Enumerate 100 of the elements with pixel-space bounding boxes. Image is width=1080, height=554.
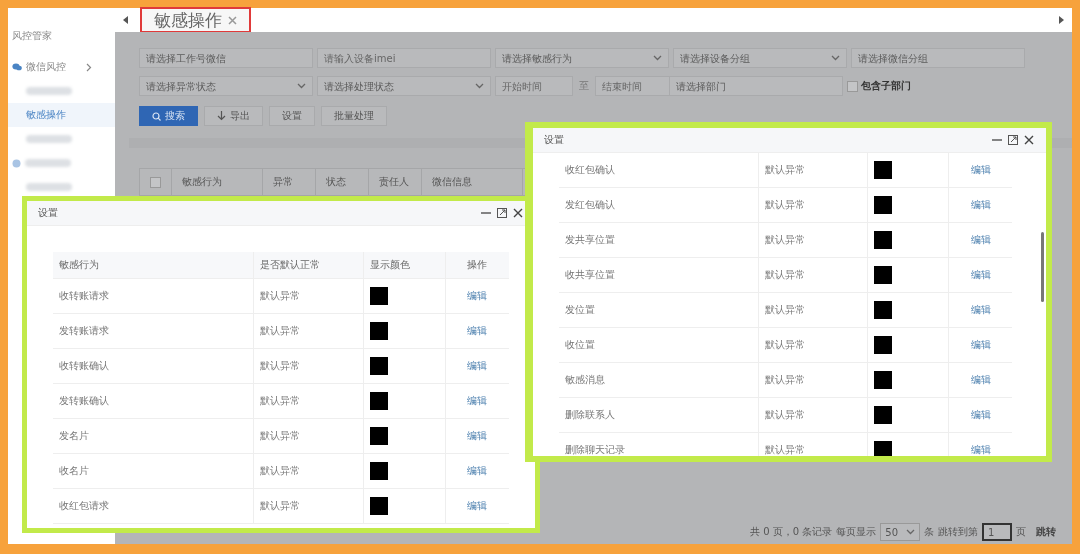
dialog-title: 设置 bbox=[38, 206, 59, 220]
edit-link[interactable]: 编辑 bbox=[970, 444, 991, 455]
checkbox[interactable] bbox=[847, 80, 858, 92]
table-cell: 默认异常 bbox=[758, 327, 868, 363]
search-icon bbox=[152, 111, 161, 121]
table-cell: 默认异常 bbox=[758, 397, 868, 433]
scrollbar[interactable] bbox=[1041, 232, 1044, 302]
checkbox-label: 包含子部门 bbox=[861, 79, 911, 93]
blurred-item bbox=[26, 135, 72, 143]
column-header: 显示颜色 bbox=[363, 252, 446, 279]
caret-icon bbox=[831, 55, 840, 61]
edit-link[interactable]: 编辑 bbox=[467, 395, 488, 406]
edit-link[interactable]: 编辑 bbox=[467, 500, 488, 511]
table-cell: 默认异常 bbox=[758, 362, 868, 398]
select-field[interactable]: 请选择异常状态 bbox=[139, 76, 313, 96]
table-cell: 删除聊天记录 bbox=[559, 432, 759, 456]
edit-link[interactable]: 编辑 bbox=[970, 199, 991, 210]
table-cell: 发位置 bbox=[559, 292, 759, 328]
maximize-icon[interactable] bbox=[1008, 135, 1018, 145]
select-field[interactable]: 请选择设备分组 bbox=[673, 48, 847, 68]
scroll-right-icon[interactable] bbox=[1059, 16, 1064, 24]
column-header: 敏感行为 bbox=[53, 252, 254, 279]
table-cell: 收红包请求 bbox=[53, 488, 254, 524]
edit-link[interactable]: 编辑 bbox=[467, 290, 488, 301]
table-cell: 发红包确认 bbox=[559, 187, 759, 223]
sidebar-item[interactable]: 微信风控 bbox=[26, 60, 66, 74]
column-header: 是否默认正常 bbox=[253, 252, 364, 279]
select-field[interactable]: 请选择敏感行为 bbox=[495, 48, 669, 68]
start-date-field[interactable]: 开始时间 bbox=[495, 76, 573, 96]
dialog-title: 设置 bbox=[544, 133, 565, 147]
toolbar-button[interactable]: 批量处理 bbox=[321, 106, 387, 126]
caret-icon bbox=[653, 55, 662, 61]
chevron-icon bbox=[86, 62, 92, 72]
page-size-select[interactable]: 50 bbox=[880, 523, 920, 541]
tab[interactable]: 敏感操作 bbox=[140, 7, 251, 33]
edit-link[interactable]: 编辑 bbox=[970, 374, 991, 385]
edit-link[interactable]: 编辑 bbox=[970, 269, 991, 280]
toolbar-button[interactable]: 设置 bbox=[269, 106, 315, 126]
table-cell: 删除联系人 bbox=[559, 397, 759, 433]
table-cell: 默认异常 bbox=[253, 453, 364, 489]
unit-label: 条 bbox=[924, 525, 934, 539]
search-button[interactable]: 搜索 bbox=[139, 106, 198, 126]
blurred-item bbox=[26, 87, 72, 95]
app-title: 风控管家 bbox=[11, 29, 52, 43]
edit-link[interactable]: 编辑 bbox=[970, 164, 991, 175]
column-header: 异常 bbox=[273, 175, 293, 189]
edit-link[interactable]: 编辑 bbox=[970, 304, 991, 315]
table-cell: 默认异常 bbox=[253, 278, 364, 314]
edit-link[interactable]: 编辑 bbox=[467, 360, 488, 371]
column-header: 微信信息 bbox=[432, 175, 472, 189]
table-cell: 默认异常 bbox=[758, 292, 868, 328]
jump-label: 跳转到第 bbox=[938, 525, 978, 539]
table-cell: 默认异常 bbox=[758, 153, 868, 188]
export-button[interactable]: 导出 bbox=[204, 106, 263, 126]
table-cell: 收转账确认 bbox=[53, 348, 254, 384]
caret-icon bbox=[297, 83, 306, 89]
input-field[interactable]: 请选择工作号微信 bbox=[139, 48, 313, 68]
close-icon[interactable] bbox=[513, 208, 523, 218]
page-input[interactable]: 1 bbox=[982, 523, 1012, 541]
caret-icon bbox=[906, 529, 915, 535]
page-summary: 共 0 页，0 条记录 bbox=[750, 525, 833, 539]
table-cell: 默认异常 bbox=[253, 488, 364, 524]
dot-icon bbox=[12, 158, 21, 168]
input-field[interactable]: 请选择微信分组 bbox=[851, 48, 1025, 68]
edit-link[interactable]: 编辑 bbox=[970, 339, 991, 350]
table-cell: 默认异常 bbox=[253, 313, 364, 349]
edit-link[interactable]: 编辑 bbox=[467, 465, 488, 476]
jump-button[interactable]: 跳转 bbox=[1030, 525, 1062, 539]
table-cell: 默认异常 bbox=[253, 418, 364, 454]
table-cell: 收共享位置 bbox=[559, 257, 759, 293]
input-field[interactable]: 请输入设备imei bbox=[317, 48, 491, 68]
per-page-label: 每页显示 bbox=[836, 525, 877, 539]
maximize-icon[interactable] bbox=[497, 208, 507, 218]
table-cell: 默认异常 bbox=[253, 348, 364, 384]
close-icon[interactable] bbox=[1024, 135, 1034, 145]
table-cell: 敏感消息 bbox=[559, 362, 759, 398]
table-cell: 默认异常 bbox=[758, 222, 868, 258]
table-cell: 收名片 bbox=[53, 453, 254, 489]
scroll-left-icon[interactable] bbox=[123, 16, 128, 24]
blurred-item bbox=[26, 183, 72, 191]
column-header: 状态 bbox=[326, 175, 346, 189]
edit-link[interactable]: 编辑 bbox=[467, 325, 488, 336]
edit-link[interactable]: 编辑 bbox=[970, 409, 991, 420]
table-cell: 发转账请求 bbox=[53, 313, 254, 349]
table-cell: 发名片 bbox=[53, 418, 254, 454]
chat-icon bbox=[12, 63, 22, 71]
table-cell: 收转账请求 bbox=[53, 278, 254, 314]
column-header: 责任人 bbox=[379, 175, 409, 189]
select-field[interactable]: 请选择处理状态 bbox=[317, 76, 491, 96]
column-header: 敏感行为 bbox=[182, 175, 222, 189]
blurred-item bbox=[25, 159, 71, 167]
edit-link[interactable]: 编辑 bbox=[467, 430, 488, 441]
edit-link[interactable]: 编辑 bbox=[970, 234, 991, 245]
table-cell: 默认异常 bbox=[758, 187, 868, 223]
column-header: 操作 bbox=[445, 252, 509, 279]
table-cell: 默认异常 bbox=[758, 257, 868, 293]
caret-icon bbox=[475, 83, 484, 89]
table-cell: 收位置 bbox=[559, 327, 759, 363]
checkbox[interactable] bbox=[150, 176, 161, 188]
input-field[interactable]: 请选择部门 bbox=[669, 76, 843, 96]
